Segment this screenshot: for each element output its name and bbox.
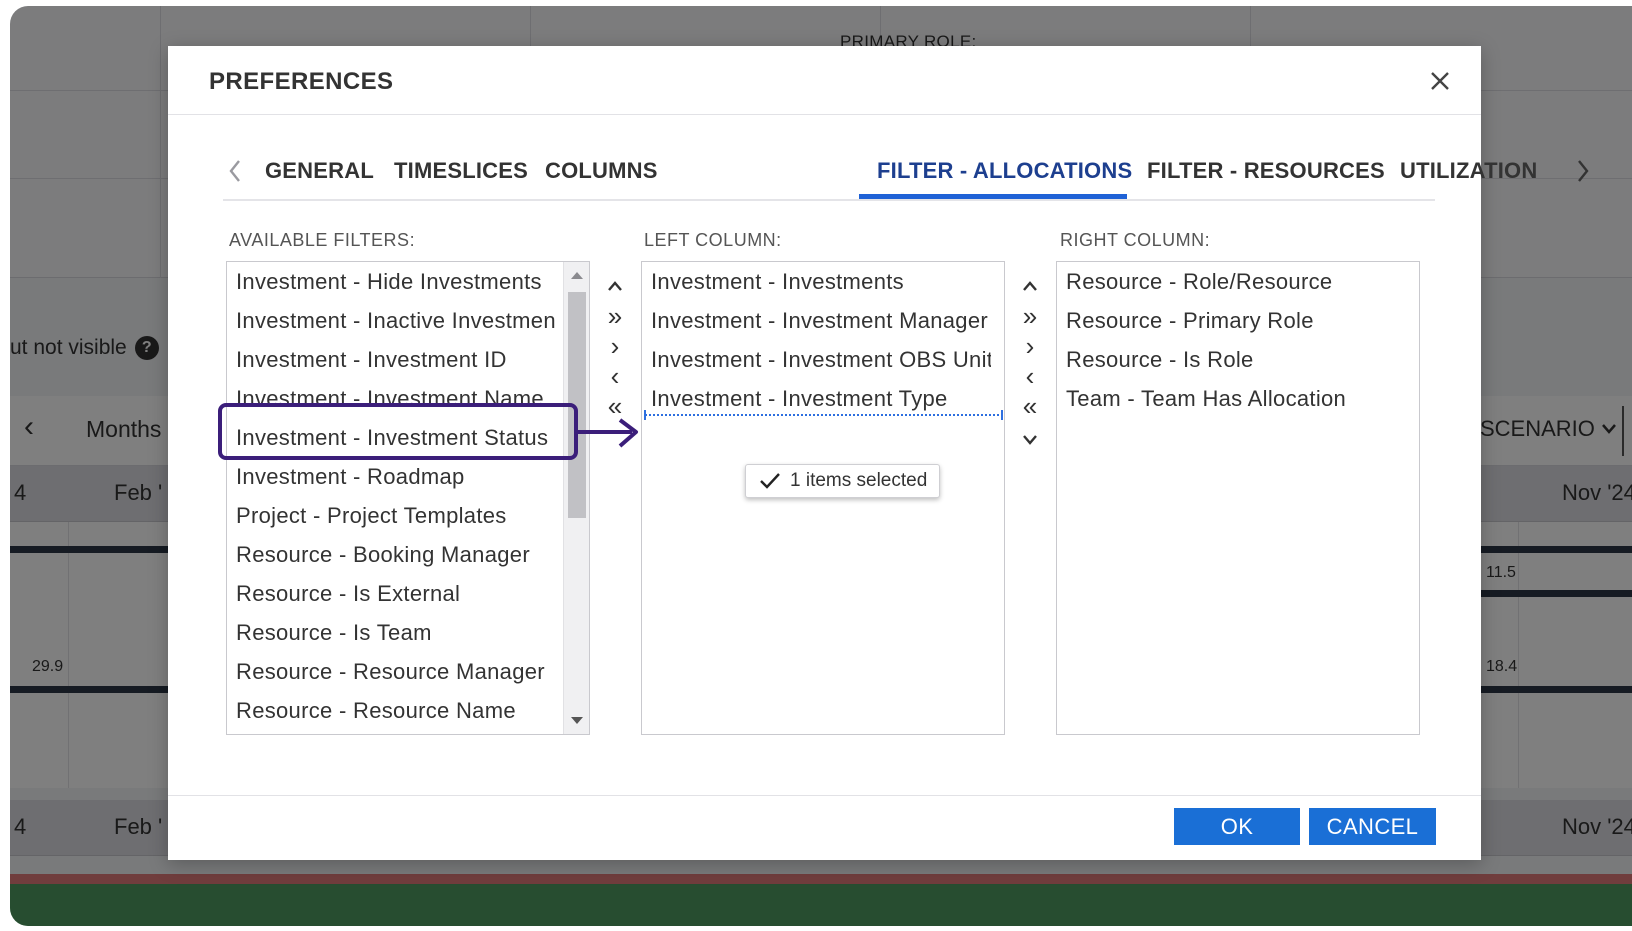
drag-tooltip: 1 items selected [745, 464, 941, 498]
list-item[interactable]: Team - Team Has Allocation [1066, 386, 1396, 412]
drop-indicator-cap [644, 410, 646, 420]
left-column-label: LEFT COLUMN: [644, 230, 782, 250]
move-left-button[interactable]: ‹ [602, 363, 628, 389]
list-item[interactable]: Project - Project Templates [236, 503, 556, 529]
list-item[interactable]: Investment - Roadmap [236, 464, 556, 490]
available-filters-scrollbar[interactable] [563, 262, 589, 734]
move-all-right-button[interactable]: » [1017, 303, 1043, 329]
dialog-footer: OK CANCEL [168, 795, 1481, 860]
tab-scroll-right-button[interactable] [1569, 154, 1597, 188]
list-item[interactable]: Resource - Resource Manager [236, 659, 556, 685]
list-item[interactable]: Investment - Investment ID [236, 347, 556, 373]
list-item[interactable]: Resource - Is External [236, 581, 556, 607]
drop-indicator [645, 414, 1003, 416]
move-down-button[interactable] [1017, 428, 1043, 452]
drop-indicator-cap [1001, 410, 1003, 420]
chevron-down-icon [1023, 435, 1037, 445]
list-item[interactable]: Resource - Booking Manager [236, 542, 556, 568]
preferences-tabs: GENERAL TIMESLICES COLUMNS FILTER - ALLO… [221, 146, 1589, 201]
tab-columns[interactable]: COLUMNS [545, 158, 658, 184]
drag-arrow-icon [578, 418, 638, 448]
available-filters-label: AVAILABLE FILTERS: [229, 230, 416, 250]
move-left-button[interactable]: ‹ [1017, 363, 1043, 389]
tab-scroll-left-button[interactable] [221, 154, 249, 188]
cancel-button[interactable]: CANCEL [1309, 808, 1436, 845]
move-up-button[interactable] [1017, 274, 1043, 298]
tab-filter-resources[interactable]: FILTER - RESOURCES [1147, 158, 1385, 184]
list-item[interactable]: Investment - Inactive Investments [236, 308, 556, 334]
move-all-right-button[interactable]: » [602, 303, 628, 329]
move-all-left-button[interactable]: « [602, 393, 628, 419]
scroll-down-icon[interactable] [571, 717, 583, 724]
close-icon [1431, 72, 1449, 90]
dialog-title: PREFERENCES [209, 68, 394, 95]
move-all-left-button[interactable]: « [1017, 393, 1043, 419]
chevron-left-icon [229, 160, 240, 182]
left-column-list[interactable]: Investment - Investments Investment - In… [641, 261, 1005, 735]
move-right-button[interactable]: › [1017, 333, 1043, 359]
tab-utilization[interactable]: UTILIZATION [1400, 158, 1537, 184]
list-item[interactable]: Investment - Investments [651, 269, 991, 295]
move-up-button[interactable] [602, 274, 628, 298]
available-filters-list[interactable]: Investment - Hide Investments Investment… [226, 261, 590, 735]
selected-item-highlight [218, 403, 578, 460]
dialog-header: PREFERENCES [168, 46, 1481, 115]
checkmark-icon [760, 473, 780, 489]
drag-tooltip-text: 1 items selected [790, 470, 928, 491]
list-item[interactable]: Resource - Primary Role [1066, 308, 1396, 334]
active-tab-indicator [859, 194, 1127, 199]
ok-button[interactable]: OK [1174, 808, 1300, 845]
list-item[interactable]: Investment - Investment OBS Unit [651, 347, 991, 373]
chevron-up-icon [608, 281, 622, 291]
list-item[interactable]: Resource - Is Team [236, 620, 556, 646]
list-item[interactable]: Investment - Hide Investments [236, 269, 556, 295]
chevron-up-icon [1023, 281, 1037, 291]
tab-general[interactable]: GENERAL [265, 158, 374, 184]
list-item[interactable]: Resource - Is Role [1066, 347, 1396, 373]
list-item[interactable]: Investment - Investment Type [651, 386, 991, 412]
tab-filter-allocations[interactable]: FILTER - ALLOCATIONS [877, 158, 1132, 184]
list-item[interactable]: Resource - Role/Resource [1066, 269, 1396, 295]
chevron-right-icon [1578, 160, 1589, 182]
right-column-list[interactable]: Resource - Role/Resource Resource - Prim… [1056, 261, 1420, 735]
scroll-up-icon[interactable] [571, 272, 583, 279]
tab-timeslices[interactable]: TIMESLICES [394, 158, 528, 184]
list-item[interactable]: Investment - Investment Manager [651, 308, 991, 334]
move-right-button[interactable]: › [602, 333, 628, 359]
list-item[interactable]: Resource - Resource Name [236, 698, 556, 724]
right-column-label: RIGHT COLUMN: [1060, 230, 1211, 250]
close-button[interactable] [1423, 64, 1457, 98]
